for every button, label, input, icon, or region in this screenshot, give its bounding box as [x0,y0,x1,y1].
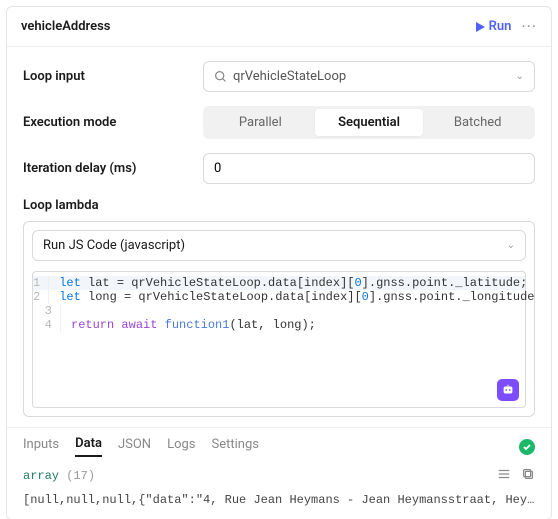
row-loop-input: Loop input qrVehicleStateLoop ⌄ [23,61,535,92]
exec-mode-segmented: ParallelSequentialBatched [203,106,535,139]
tab-json[interactable]: JSON [118,437,151,456]
component-panel: vehicleAddress Run ··· Loop input qrVehi… [6,6,552,519]
row-delay: Iteration delay (ms) [23,153,535,184]
result-output-preview: [null,null,null,{"data":"4, Rue Jean Hey… [23,493,535,507]
run-button[interactable]: Run [476,19,512,34]
tab-settings[interactable]: Settings [212,437,259,456]
panel-body: Loop input qrVehicleStateLoop ⌄ Executio… [7,47,551,427]
code-editor[interactable]: 1let lat = qrVehicleStateLoop.data[index… [32,271,526,408]
chevron-down-icon: ⌄ [516,71,524,82]
run-label: Run [489,19,512,34]
row-exec-mode: Execution mode ParallelSequentialBatched [23,106,535,139]
exec-mode-batched[interactable]: Batched [423,109,532,136]
line-number: 3 [33,304,61,318]
header-actions: Run ··· [476,17,537,36]
line-number: 2 [33,290,49,304]
code-line[interactable]: 3 [33,304,525,318]
code-line[interactable]: 4return await function1(lat, long); [33,318,525,332]
result-tabs: Inputs Data JSON Logs Settings [23,436,535,457]
result-type: array [23,469,59,483]
result-count: (17) [66,469,95,483]
more-menu-icon[interactable]: ··· [521,17,537,36]
loop-input-value: qrVehicleStateLoop [233,69,346,84]
chevron-down-icon: ⌄ [507,240,515,251]
search-icon [214,70,227,83]
lambda-type-select[interactable]: Run JS Code (javascript) ⌄ [32,230,526,261]
tab-logs[interactable]: Logs [167,437,195,456]
play-icon [476,22,485,32]
copy-icon[interactable] [521,467,535,485]
exec-mode-sequential[interactable]: Sequential [315,109,424,136]
panel-header: vehicleAddress Run ··· [7,7,551,47]
code-line[interactable]: 2let long = qrVehicleStateLoop.data[inde… [33,290,525,304]
ai-assistant-icon[interactable] [497,379,519,401]
component-title: vehicleAddress [21,19,110,34]
success-status-icon [519,439,535,455]
exec-mode-label: Execution mode [23,115,203,130]
code-line[interactable]: 1let lat = qrVehicleStateLoop.data[index… [33,276,525,290]
delay-input[interactable] [203,153,535,184]
result-summary-row: array (17) [23,467,535,485]
delay-label: Iteration delay (ms) [23,161,203,176]
loop-input-select[interactable]: qrVehicleStateLoop ⌄ [203,61,535,92]
tab-inputs[interactable]: Inputs [23,437,59,456]
lambda-container: Run JS Code (javascript) ⌄ 1let lat = qr… [23,221,535,417]
expand-icon[interactable] [497,467,511,485]
lambda-label: Loop lambda [23,198,535,213]
line-number: 1 [33,276,49,290]
tab-data[interactable]: Data [75,436,102,457]
line-number: 4 [33,318,61,332]
results-section: Inputs Data JSON Logs Settings array (17) [n… [7,427,551,519]
loop-input-label: Loop input [23,69,203,84]
exec-mode-parallel[interactable]: Parallel [206,109,315,136]
lambda-select-label: Run JS Code (javascript) [43,238,185,253]
